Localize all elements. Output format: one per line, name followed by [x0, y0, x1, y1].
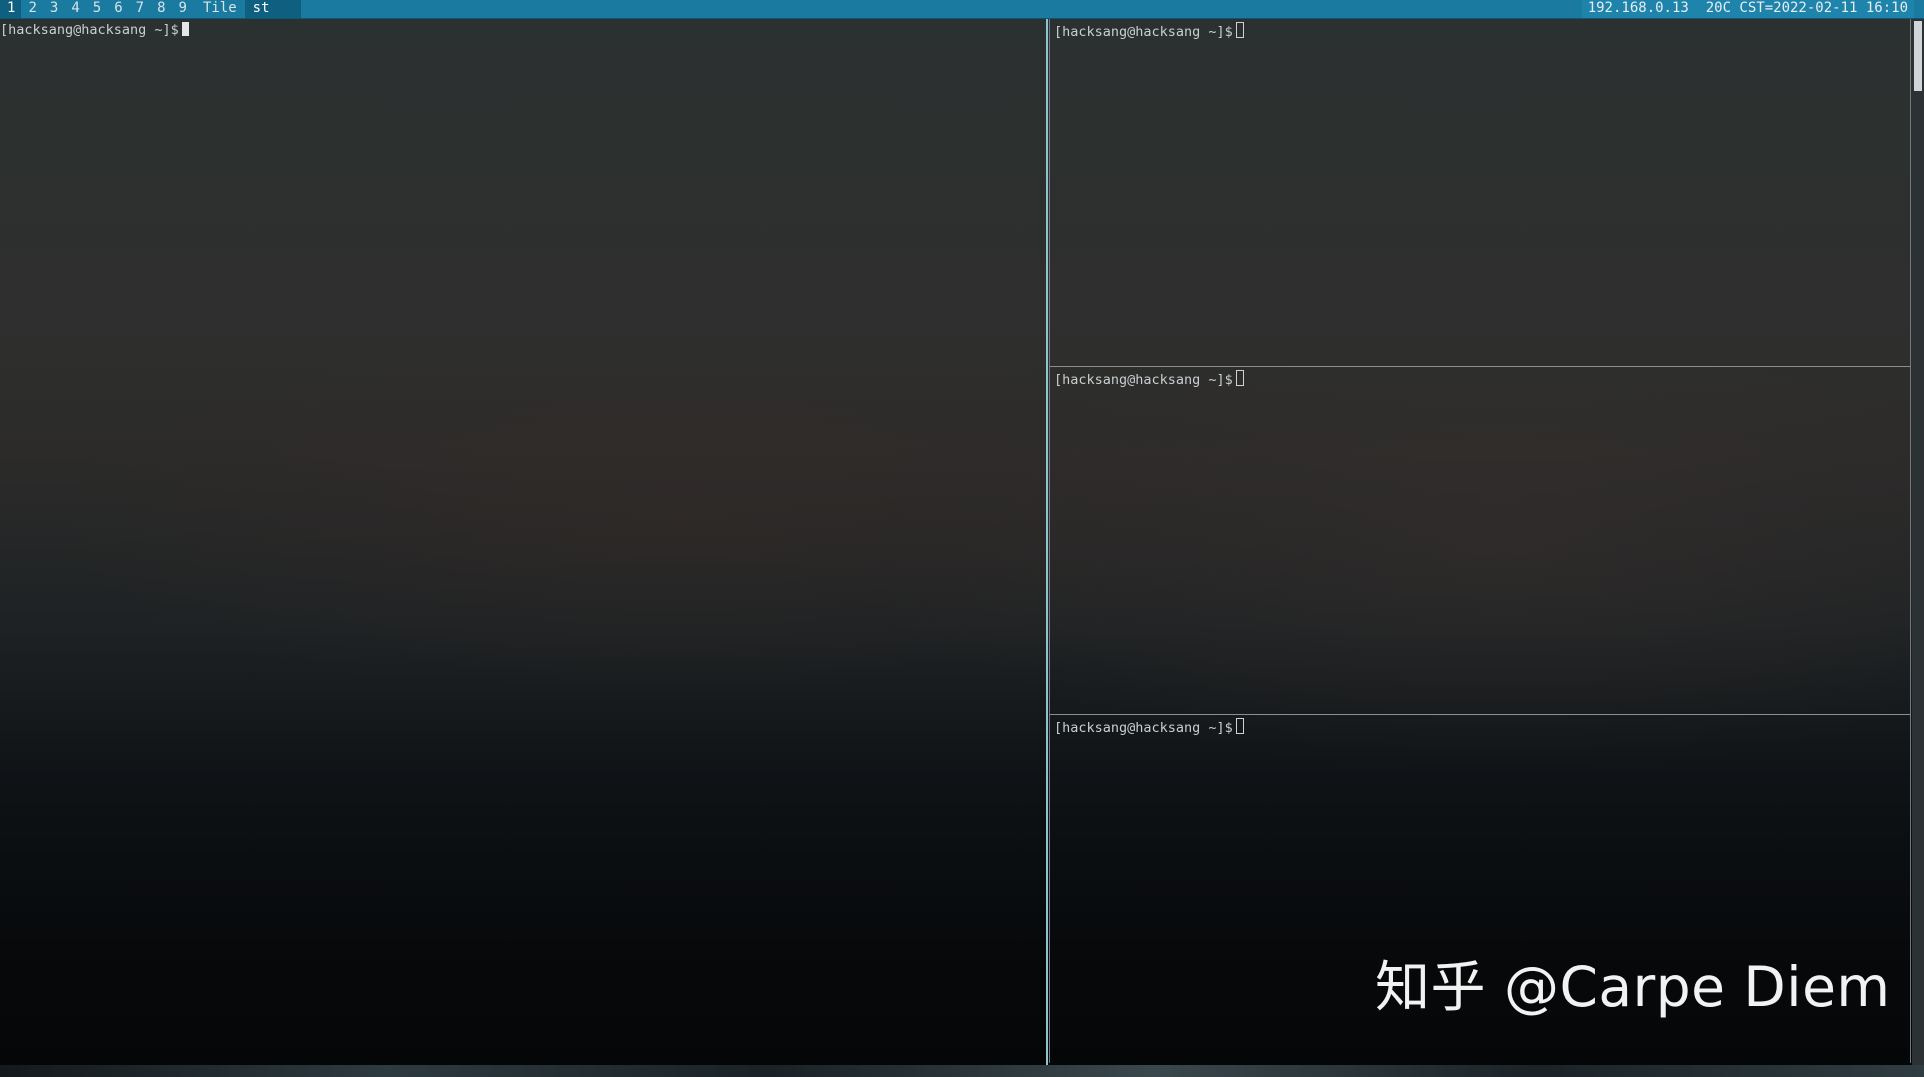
- terminal-prompt-line: [hacksang@hacksang ~]$: [0, 22, 189, 39]
- tag-5[interactable]: 5: [86, 0, 107, 18]
- tag-9[interactable]: 9: [172, 0, 193, 18]
- prompt-text: [hacksang@hacksang ~]$: [1054, 372, 1233, 388]
- prompt-text: [hacksang@hacksang ~]$: [0, 22, 179, 38]
- prompt-text: [hacksang@hacksang ~]$: [1054, 24, 1233, 40]
- prompt-text: [hacksang@hacksang ~]$: [1054, 720, 1233, 736]
- top-status-bar: 1 2 3 4 5 6 7 8 9 Tile st 192.168.0.13 2…: [0, 0, 1924, 19]
- text-cursor: [1235, 370, 1244, 386]
- tag-1[interactable]: 1: [0, 0, 22, 18]
- tag-6[interactable]: 6: [107, 0, 128, 18]
- watermark: 知乎 @Carpe Diem: [1375, 955, 1891, 1019]
- text-cursor: [1235, 22, 1244, 38]
- scrollbar[interactable]: [1912, 19, 1924, 1068]
- layout-indicator[interactable]: Tile: [193, 0, 245, 18]
- scrollbar-thumb[interactable]: [1914, 21, 1922, 91]
- text-cursor: [181, 22, 189, 36]
- terminal-prompt-line: [hacksang@hacksang ~]$: [1054, 718, 1244, 737]
- tag-8[interactable]: 8: [150, 0, 171, 18]
- terminal-pane-main[interactable]: [hacksang@hacksang ~]$: [0, 19, 1048, 1068]
- wallpaper-strip: [0, 1065, 1924, 1077]
- tag-2[interactable]: 2: [21, 0, 42, 18]
- desktop-screen: 1 2 3 4 5 6 7 8 9 Tile st 192.168.0.13 2…: [0, 0, 1924, 1077]
- tag-3[interactable]: 3: [43, 0, 64, 18]
- status-text: 192.168.0.13 20C CST=2022-02-11 16:10: [1581, 0, 1914, 18]
- terminal-pane-right-top[interactable]: [hacksang@hacksang ~]$: [1049, 19, 1911, 367]
- tag-4[interactable]: 4: [64, 0, 85, 18]
- tag-7[interactable]: 7: [129, 0, 150, 18]
- terminal-prompt-line: [hacksang@hacksang ~]$: [1054, 370, 1244, 389]
- tag-list: 1 2 3 4 5 6 7 8 9 Tile st: [0, 0, 301, 18]
- terminal-prompt-line: [hacksang@hacksang ~]$: [1054, 22, 1244, 41]
- text-cursor: [1235, 718, 1244, 734]
- terminal-pane-right-middle[interactable]: [hacksang@hacksang ~]$: [1049, 367, 1911, 715]
- focused-window-title: st: [244, 0, 301, 18]
